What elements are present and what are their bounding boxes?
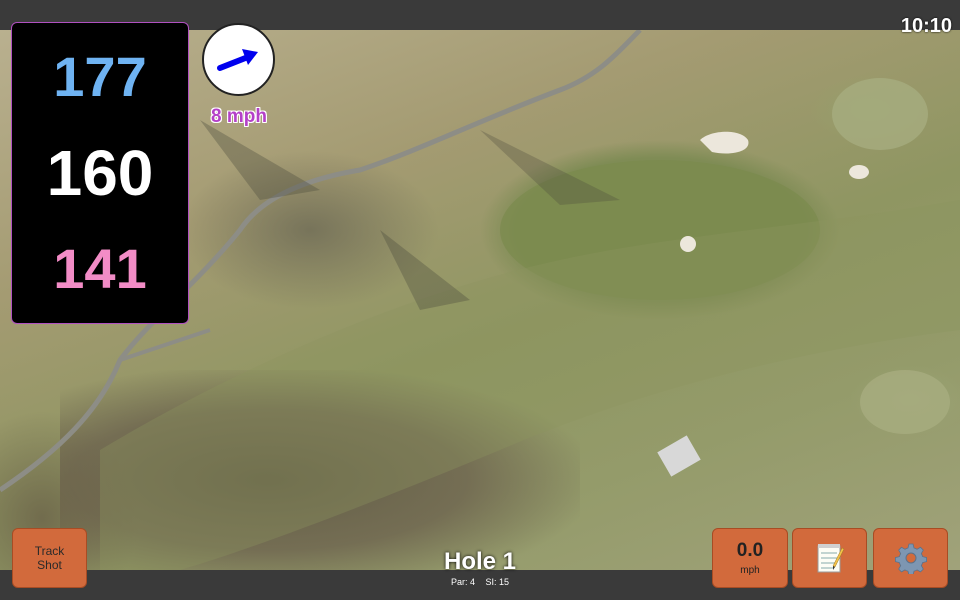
speed-unit: mph (740, 565, 760, 576)
wind-speed: 8 mph (211, 106, 267, 127)
track-shot-label: Shot (37, 558, 62, 572)
track-shot-button[interactable]: Track Shot (12, 528, 87, 588)
hole-si: SI: 15 (485, 577, 510, 587)
back-distance: 177 (53, 45, 147, 108)
notepad-icon (817, 544, 844, 573)
bunker (700, 131, 749, 154)
tee-box (832, 78, 928, 150)
arrow-icon (216, 48, 258, 71)
middle-distance: 160 (46, 137, 154, 209)
bunker (849, 165, 869, 179)
tee-box (860, 370, 950, 434)
notes-button[interactable] (792, 528, 867, 588)
settings-button[interactable] (873, 528, 948, 588)
front-distance: 141 (53, 237, 147, 300)
distance-panel: 177 160 141 (11, 22, 189, 324)
shelter-roof (657, 435, 701, 477)
hole-par: Par: 4 (450, 577, 475, 587)
speed-button[interactable]: 0.0 mph (712, 528, 788, 588)
track-shot-label: Track (34, 543, 65, 558)
speed-value: 0.0 (736, 540, 764, 561)
gear-icon (894, 543, 927, 574)
hole-title: Hole 1 (443, 548, 517, 575)
hole-info: Hole 1 Par: 4 SI: 15 (410, 548, 550, 588)
wind-indicator (202, 23, 275, 96)
hole-meta: Par: 4 SI: 15 (410, 577, 550, 587)
bunker (680, 236, 696, 252)
clock: 10:10 (900, 15, 952, 37)
